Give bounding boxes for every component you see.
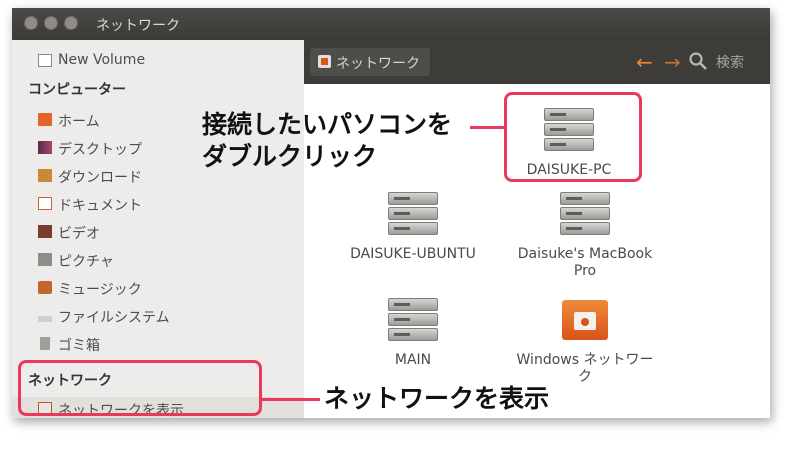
server-icon xyxy=(388,192,438,238)
documents-icon xyxy=(38,197,52,210)
callout-text-line1: 接続したいパソコンを xyxy=(202,110,453,139)
toolbar: ネットワーク ← → 検索 xyxy=(304,40,770,84)
sidebar-item-trash[interactable]: ゴミ箱 xyxy=(12,332,304,356)
maximize-window-button[interactable] xyxy=(64,16,78,30)
highlight-daisuke-pc xyxy=(504,92,642,182)
videos-icon xyxy=(38,225,52,238)
server-icon xyxy=(560,192,610,238)
sidebar-item-new-volume[interactable]: New Volume xyxy=(12,49,304,73)
back-arrow-icon[interactable]: ← xyxy=(636,50,653,74)
sidebar-item-pictures[interactable]: ピクチャ xyxy=(12,248,304,272)
sidebar-item-music[interactable]: ミュージック xyxy=(12,276,304,300)
callout-text-show-network: ネットワークを表示 xyxy=(324,384,550,413)
trash-icon xyxy=(40,337,50,350)
search-icon[interactable] xyxy=(688,51,708,71)
search-label[interactable]: 検索 xyxy=(716,52,744,72)
network-item-windows-network[interactable]: Windows ネットワーク xyxy=(500,298,670,386)
network-item-daisuke-macbook-pro[interactable]: Daisuke's MacBook Pro xyxy=(500,192,670,280)
windows-network-icon xyxy=(560,298,610,344)
sidebar-heading-computer: コンピューター xyxy=(28,82,126,98)
desktop-icon xyxy=(38,141,52,154)
pictures-icon xyxy=(38,253,52,266)
network-item-main[interactable]: MAIN xyxy=(358,298,468,369)
close-window-button[interactable] xyxy=(24,16,38,30)
sidebar-item-documents[interactable]: ドキュメント xyxy=(12,192,304,216)
downloads-icon xyxy=(38,169,52,182)
location-button[interactable]: ネットワーク xyxy=(310,48,430,76)
server-icon xyxy=(388,298,438,344)
network-location-icon xyxy=(318,55,331,68)
file-manager-window: ネットワーク New Volume コンピューター ホーム デスクトップ ダウン… xyxy=(12,8,770,418)
sidebar-item-filesystem[interactable]: ファイルシステム xyxy=(12,304,304,328)
callout-line-double-click xyxy=(470,126,504,129)
drive-icon xyxy=(38,54,52,67)
highlight-network-section xyxy=(18,360,262,416)
network-item-daisuke-ubuntu[interactable]: DAISUKE-UBUNTU xyxy=(328,192,498,263)
title-bar: ネットワーク xyxy=(12,8,770,40)
filesystem-icon xyxy=(38,316,52,322)
callout-line-show-network xyxy=(262,398,320,401)
forward-arrow-icon[interactable]: → xyxy=(664,50,681,74)
callout-text-line2: ダブルクリック xyxy=(202,142,378,171)
music-icon xyxy=(38,281,52,294)
minimize-window-button[interactable] xyxy=(44,16,58,30)
window-title: ネットワーク xyxy=(96,18,180,34)
sidebar-item-videos[interactable]: ビデオ xyxy=(12,220,304,244)
home-icon xyxy=(38,113,52,126)
